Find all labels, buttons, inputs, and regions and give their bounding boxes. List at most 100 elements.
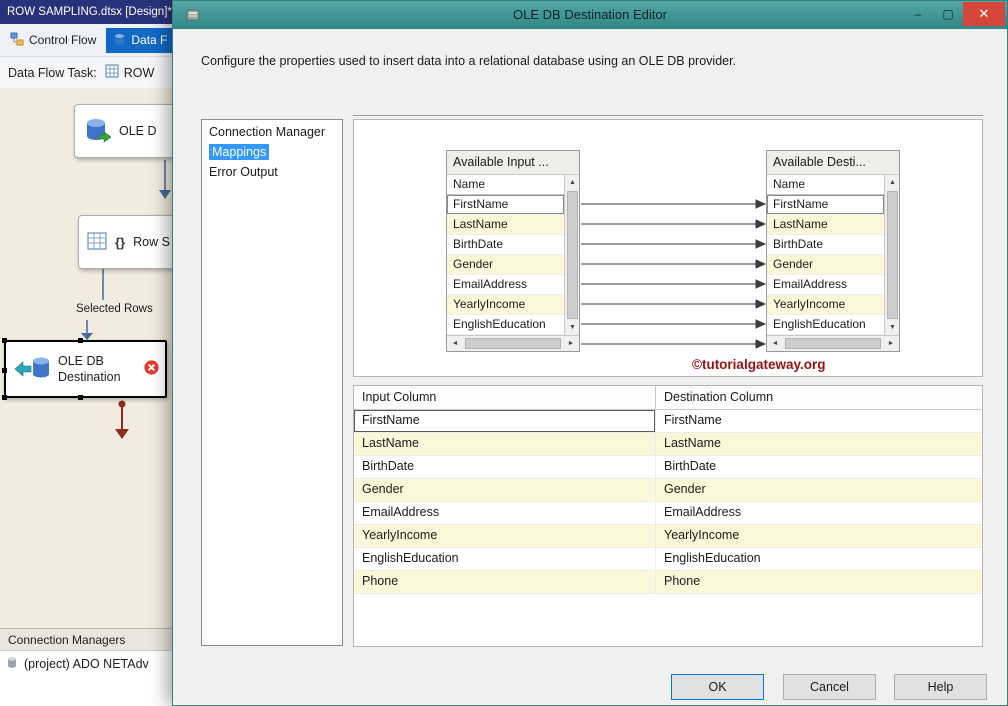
- grid-cell-destination[interactable]: Phone: [656, 571, 982, 593]
- dialog-titlebar[interactable]: OLE DB Destination Editor – ▢ ✕: [173, 1, 1007, 29]
- scroll-up-icon[interactable]: ▲: [565, 175, 580, 190]
- row-sampling-label: Row S: [133, 235, 170, 249]
- mapping-grid: Input Column Destination Column FirstNam…: [353, 385, 983, 647]
- selection-handle[interactable]: [2, 368, 7, 373]
- grid-row: EmailAddress EmailAddress: [354, 502, 982, 525]
- ole-db-destination-box[interactable]: OLE DB Destination: [4, 340, 167, 398]
- cancel-button[interactable]: Cancel: [783, 674, 876, 700]
- data-flow-design-surface: OLE D {} Row S Selected Rows: [0, 88, 172, 628]
- available-destination-columns-box: Available Desti... Name FirstName LastNa…: [766, 150, 900, 352]
- input-column-row[interactable]: BirthDate: [447, 235, 564, 255]
- destination-column-row[interactable]: Gender: [767, 255, 884, 275]
- input-vertical-scrollbar[interactable]: ▲ ▼: [564, 175, 579, 335]
- selection-handle[interactable]: [78, 395, 83, 400]
- editor-nav-list: Connection Manager Mappings Error Output: [201, 119, 343, 646]
- grid-cell-destination[interactable]: EnglishEducation: [656, 548, 982, 570]
- tab-data-flow[interactable]: Data F: [106, 28, 172, 53]
- grid-cell-input[interactable]: BirthDate: [354, 456, 656, 478]
- destination-column-row[interactable]: BirthDate: [767, 235, 884, 255]
- connection-managers-title: Connection Managers: [8, 633, 125, 647]
- scroll-down-icon[interactable]: ▼: [885, 320, 900, 335]
- help-button[interactable]: Help: [894, 674, 987, 700]
- ok-button[interactable]: OK: [671, 674, 764, 700]
- destination-column-row[interactable]: LastName: [767, 215, 884, 235]
- scroll-thumb[interactable]: [465, 338, 561, 349]
- destination-column-row[interactable]: FirstName: [767, 195, 884, 215]
- grid-row: FirstName FirstName: [354, 410, 982, 433]
- input-column-row[interactable]: LastName: [447, 215, 564, 235]
- input-column-row[interactable]: YearlyIncome: [447, 295, 564, 315]
- ole-db-source-label: OLE D: [119, 124, 157, 138]
- selection-handle[interactable]: [2, 338, 7, 343]
- scroll-right-icon[interactable]: ►: [883, 336, 899, 351]
- task-icon: [105, 64, 119, 81]
- input-column-row[interactable]: EmailAddress: [447, 275, 564, 295]
- connector-label: Selected Rows: [76, 303, 153, 315]
- selection-handle[interactable]: [2, 395, 7, 400]
- scroll-thumb[interactable]: [785, 338, 881, 349]
- destination-name-header[interactable]: Name: [767, 175, 884, 195]
- selection-handle[interactable]: [78, 338, 83, 343]
- grid-cell-input[interactable]: YearlyIncome: [354, 525, 656, 547]
- connection-manager-item[interactable]: (project) ADO NETAdv: [0, 651, 172, 677]
- input-column-row[interactable]: EnglishEducation: [447, 315, 564, 335]
- grid-cell-destination[interactable]: Gender: [656, 479, 982, 501]
- tab-control-flow-label: Control Flow: [29, 33, 96, 47]
- tab-control-flow[interactable]: Control Flow: [3, 28, 103, 53]
- available-input-title: Available Input ...: [447, 151, 579, 175]
- destination-column-row[interactable]: YearlyIncome: [767, 295, 884, 315]
- ole-db-destination-editor-dialog: OLE DB Destination Editor – ▢ ✕ Configur…: [172, 0, 1008, 706]
- ole-db-destination-label: OLE DB Destination: [58, 353, 142, 386]
- scroll-up-icon[interactable]: ▲: [885, 175, 900, 190]
- destination-vertical-scrollbar[interactable]: ▲ ▼: [884, 175, 899, 335]
- close-button[interactable]: ✕: [963, 2, 1005, 26]
- visual-studio-window: ROW SAMPLING.dtsx [Design]* Control Flow…: [0, 0, 172, 706]
- grid-cell-input[interactable]: EmailAddress: [354, 502, 656, 524]
- scroll-left-icon[interactable]: ◄: [447, 336, 463, 351]
- scroll-down-icon[interactable]: ▼: [565, 320, 580, 335]
- grid-cell-input[interactable]: EnglishEducation: [354, 548, 656, 570]
- connection-manager-label: (project) ADO NETAdv: [24, 657, 149, 671]
- nav-item-connection-manager[interactable]: Connection Manager: [202, 123, 342, 143]
- maximize-button[interactable]: ▢: [933, 2, 963, 26]
- nav-item-error-output[interactable]: Error Output: [202, 163, 342, 183]
- scroll-thumb[interactable]: [887, 191, 898, 319]
- designer-tabstrip: Control Flow Data F: [0, 24, 172, 57]
- available-destination-title: Available Desti...: [767, 151, 899, 175]
- grid-cell-destination[interactable]: EmailAddress: [656, 502, 982, 524]
- grid-cell-destination[interactable]: YearlyIncome: [656, 525, 982, 547]
- document-tab-label: ROW SAMPLING.dtsx [Design]*: [7, 6, 172, 18]
- nav-item-mappings[interactable]: Mappings: [202, 143, 342, 163]
- dialog-title: OLE DB Destination Editor: [173, 1, 1007, 29]
- row-sampling-braces: {}: [115, 235, 125, 250]
- available-input-body: Name FirstName LastName BirthDate Gender…: [447, 175, 579, 351]
- scroll-left-icon[interactable]: ◄: [767, 336, 783, 351]
- input-name-header[interactable]: Name: [447, 175, 564, 195]
- data-flow-task-combo[interactable]: ROW: [105, 64, 155, 81]
- grid-cell-input[interactable]: LastName: [354, 433, 656, 455]
- watermark: ©tutorialgateway.org: [692, 357, 825, 372]
- grid-cell-input[interactable]: Gender: [354, 479, 656, 501]
- minimize-button[interactable]: –: [903, 2, 933, 26]
- ole-db-destination-icon: [14, 353, 50, 386]
- grid-cell-destination[interactable]: LastName: [656, 433, 982, 455]
- grid-cell-destination[interactable]: FirstName: [656, 410, 982, 432]
- input-horizontal-scrollbar[interactable]: ◄ ►: [447, 335, 579, 351]
- tab-data-flow-label: Data F: [131, 33, 167, 47]
- row-sampling-box[interactable]: {} Row S: [78, 215, 172, 269]
- destination-horizontal-scrollbar[interactable]: ◄ ►: [767, 335, 899, 351]
- grid-cell-input[interactable]: Phone: [354, 571, 656, 593]
- error-icon: [143, 359, 160, 379]
- grid-cell-destination[interactable]: BirthDate: [656, 456, 982, 478]
- data-flow-task-label: Data Flow Task:: [8, 66, 97, 80]
- destination-column-row[interactable]: EnglishEducation: [767, 315, 884, 335]
- input-column-row[interactable]: FirstName: [447, 195, 564, 215]
- destination-column-row[interactable]: EmailAddress: [767, 275, 884, 295]
- ole-db-source-box[interactable]: OLE D: [74, 104, 172, 158]
- content-divider: [353, 115, 983, 116]
- input-column-row[interactable]: Gender: [447, 255, 564, 275]
- grid-cell-input[interactable]: FirstName: [354, 410, 656, 432]
- document-tab[interactable]: ROW SAMPLING.dtsx [Design]*: [0, 0, 172, 24]
- scroll-right-icon[interactable]: ►: [563, 336, 579, 351]
- scroll-thumb[interactable]: [567, 191, 578, 319]
